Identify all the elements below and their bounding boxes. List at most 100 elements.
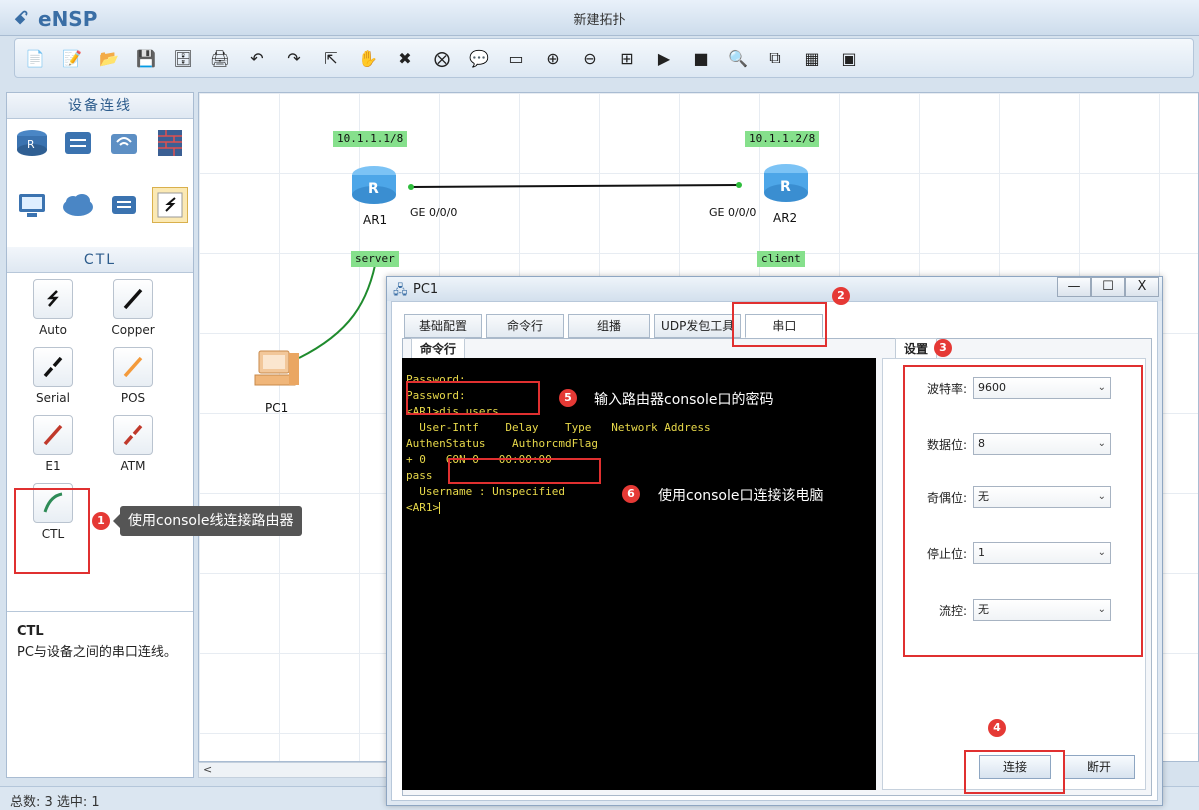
ctl-highlight-box <box>14 488 90 574</box>
delete-button[interactable]: ✖ <box>391 44 419 72</box>
zoom-out-button[interactable]: ⊖ <box>576 44 604 72</box>
zoom-in-button[interactable]: ⊕ <box>539 44 567 72</box>
ar1-role-label: server <box>351 251 399 267</box>
tab-basic-config[interactable]: 基础配置 <box>404 314 483 338</box>
annotation-box-serial-tab <box>732 302 827 347</box>
ar1-name-label: AR1 <box>363 213 388 227</box>
annotation-callout-1: 使用console线连接路由器 <box>113 506 302 536</box>
save-as-icon: 🗄 <box>172 48 194 68</box>
open-button[interactable]: 📂 <box>95 44 123 72</box>
new-test-button[interactable]: 📝 <box>58 44 86 72</box>
other-device-category-icon[interactable] <box>106 187 142 223</box>
close-button[interactable]: X <box>1125 277 1159 297</box>
delete-icon: ✖ <box>398 48 412 68</box>
capture-icon: 🔍 <box>728 48 748 68</box>
cable-label: POS <box>120 391 146 405</box>
ar1-router-icon[interactable]: R <box>349 163 399 212</box>
info-title: CTL <box>17 624 44 639</box>
start-button[interactable]: ▶ <box>650 44 678 72</box>
topology-icon: ⧉ <box>769 48 781 67</box>
palette-button[interactable]: ▭ <box>502 44 530 72</box>
tab-multicast[interactable]: 组播 <box>568 314 651 338</box>
terminal-line: User-Intf Delay Type Network Address <box>406 421 711 434</box>
text-note-button[interactable]: 💬 <box>465 44 493 72</box>
device-category-grid: R <box>7 119 193 247</box>
grid-button[interactable]: ▦ <box>798 44 826 72</box>
pc-config-icon: 🖧 <box>393 283 408 298</box>
new-topology-button[interactable]: 📄 <box>21 44 49 72</box>
redo-button[interactable]: ↷ <box>280 44 308 72</box>
dialog-title: PC1 <box>413 282 439 297</box>
cable-section-title: CTL <box>7 247 193 273</box>
new-test-icon: 📝 <box>62 48 82 68</box>
cable-label: Serial <box>36 391 70 405</box>
firewall-category-icon[interactable] <box>152 125 188 161</box>
save-button[interactable]: 💾 <box>132 44 160 72</box>
atm-cable-icon <box>113 415 153 455</box>
cable-e1[interactable]: E1 <box>13 415 93 473</box>
annotation-badge-1: 1 <box>92 512 110 530</box>
tab-udp-tool[interactable]: UDP发包工具 <box>654 314 742 338</box>
annotation-box-console <box>448 458 601 484</box>
ar2-ip-label: 10.1.1.2/8 <box>745 131 820 147</box>
svg-text:R: R <box>368 181 379 197</box>
serial-terminal[interactable]: Password: Password: <AR1>dis users User-In… <box>402 358 876 790</box>
hand-button[interactable]: ✋ <box>354 44 382 72</box>
cable-label: ATM <box>120 459 146 473</box>
zoom-in-icon: ⊕ <box>546 48 560 68</box>
disconnect-button[interactable]: 断开 <box>1063 755 1135 779</box>
screenshot-button[interactable]: ▣ <box>835 44 863 72</box>
annotation-note-6: 使用console口连接该电脑 <box>658 488 824 504</box>
cable-category-icon[interactable] <box>152 187 188 223</box>
stop-button[interactable]: ■ <box>687 44 715 72</box>
annotation-box-connect <box>964 750 1065 794</box>
topology-button[interactable]: ⧉ <box>761 44 789 72</box>
hand-icon: ✋ <box>358 48 378 68</box>
ar2-name-label: AR2 <box>773 211 798 225</box>
scroll-left-arrow[interactable]: < <box>203 763 212 776</box>
tab-command-line[interactable]: 命令行 <box>486 314 565 338</box>
start-icon: ▶ <box>657 48 671 68</box>
undo-icon: ↶ <box>250 48 264 68</box>
save-icon: 💾 <box>136 48 156 68</box>
wireless-category-icon[interactable] <box>106 125 142 161</box>
annotation-note-5: 输入路由器console口的密码 <box>594 392 774 408</box>
open-icon: 📂 <box>99 48 119 68</box>
maximize-button[interactable]: ☐ <box>1091 277 1125 297</box>
main-toolbar: 📄 📝 📂 💾 🗄 🖨 ↶ ↷ ⇱ ✋ ✖ ⨂ 💬 ▭ ⊕ ⊖ ⊞ ▶ ■ 🔍 ⧉ ▦ ▣ <box>14 38 1194 78</box>
delete-link-button[interactable]: ⨂ <box>428 44 456 72</box>
switch-category-icon[interactable] <box>60 125 96 161</box>
pc1-device-icon[interactable] <box>249 347 303 398</box>
ar2-router-icon[interactable]: R <box>761 161 811 210</box>
cable-serial[interactable]: Serial <box>13 347 93 405</box>
text-note-icon: 💬 <box>469 48 489 68</box>
pos-cable-icon <box>113 347 153 387</box>
cable-pos[interactable]: POS <box>93 347 173 405</box>
cable-atm[interactable]: ATM <box>93 415 173 473</box>
cable-auto[interactable]: Auto <box>13 279 93 337</box>
save-as-button[interactable]: 🗄 <box>169 44 197 72</box>
stop-icon: ■ <box>693 48 709 68</box>
fit-button[interactable]: ⊞ <box>613 44 641 72</box>
ar2-port-label: GE 0/0/0 <box>709 206 757 219</box>
canvas-horizontal-scrollbar[interactable]: < <box>198 762 388 778</box>
pc-category-icon[interactable] <box>14 187 50 223</box>
undo-button[interactable]: ↶ <box>243 44 271 72</box>
cable-copper[interactable]: Copper <box>93 279 173 337</box>
palette-icon: ▭ <box>508 48 524 68</box>
annotation-badge-3: 3 <box>934 339 952 357</box>
fit-icon: ⊞ <box>620 48 634 68</box>
capture-button[interactable]: 🔍 <box>724 44 752 72</box>
window-title: 新建拓扑 <box>573 13 626 28</box>
device-section-title: 设备连线 <box>7 93 193 119</box>
cloud-category-icon[interactable] <box>60 187 96 223</box>
annotation-box-settings <box>903 365 1143 657</box>
annotation-badge-5: 5 <box>559 389 577 407</box>
settings-subtab: 设置 <box>895 338 938 358</box>
minimize-button[interactable]: — <box>1057 277 1091 297</box>
router-category-icon[interactable]: R <box>14 125 50 161</box>
terminal-line: AuthenStatus AuthorcmdFlag <box>406 437 599 450</box>
annotation-box-password <box>406 381 540 415</box>
print-button[interactable]: 🖨 <box>206 44 234 72</box>
pointer-button[interactable]: ⇱ <box>317 44 345 72</box>
